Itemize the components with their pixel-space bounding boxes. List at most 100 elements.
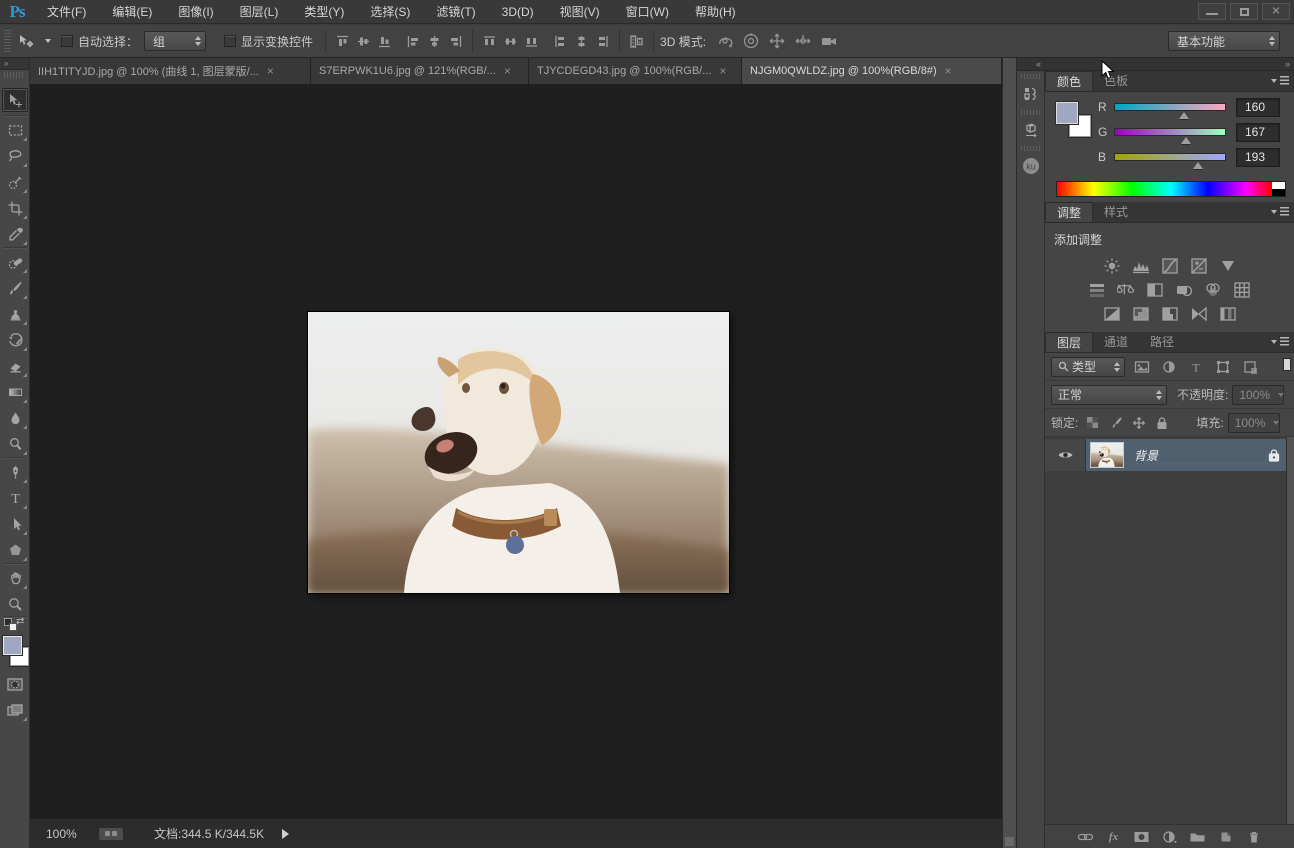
lock-position-icon[interactable] [1130,415,1147,431]
vibrance-icon[interactable] [1217,256,1239,276]
doc-tab-4-active[interactable]: NJGM0QWLDZ.jpg @ 100%(RGB/8#) × [742,58,1002,84]
hue-saturation-icon[interactable] [1086,280,1108,300]
quick-selection-tool[interactable] [2,170,28,194]
tab-layers[interactable]: 图层 [1045,332,1093,352]
eyedropper-tool[interactable] [2,222,28,246]
posterize-icon[interactable] [1130,304,1152,324]
add-layer-mask-icon[interactable] [1133,829,1151,845]
3d-slide-icon[interactable] [793,31,813,51]
opacity-dropdown[interactable]: 100% [1232,385,1284,405]
distribute-vertical-centers-icon[interactable] [502,33,519,50]
resize-grip[interactable] [1005,837,1014,846]
screen-mode-button[interactable] [2,698,28,722]
invert-icon[interactable] [1101,304,1123,324]
menu-3d[interactable]: 3D(D) [489,0,547,24]
menu-window[interactable]: 窗口(W) [613,0,682,24]
align-right-edges-icon[interactable] [447,33,464,50]
canvas[interactable] [30,84,1002,818]
zoom-level-field[interactable]: 100% [46,827,98,841]
status-options-arrow[interactable] [282,829,289,839]
menu-edit[interactable]: 编辑(E) [99,0,165,24]
options-grip[interactable] [4,30,11,52]
brightness-contrast-icon[interactable] [1101,256,1123,276]
tool-preset-arrow[interactable] [45,39,51,43]
auto-align-layers-icon[interactable] [628,33,645,50]
3d-drag-icon[interactable] [767,31,787,51]
blue-value-field[interactable]: 193 [1236,148,1280,167]
close-button[interactable]: ✕ [1262,3,1290,20]
type-tool[interactable]: T [2,486,28,510]
channel-mixer-icon[interactable] [1202,280,1224,300]
status-pill-icon[interactable] [98,827,124,841]
lock-all-icon[interactable] [1153,415,1170,431]
layer-visibility-cell[interactable] [1045,439,1086,471]
properties-panel-icon[interactable] [1019,117,1043,143]
blur-tool[interactable] [2,406,28,430]
swap-colors-icon[interactable]: ⇄ [16,616,24,627]
dock-grip[interactable] [1021,146,1040,151]
distribute-top-edges-icon[interactable] [481,33,498,50]
doc-tab-3[interactable]: TJYCDEGD43.jpg @ 100%(RGB/... × [529,58,742,84]
blue-slider[interactable] [1114,153,1226,161]
dock-divider[interactable] [1002,58,1017,848]
green-value-field[interactable]: 167 [1236,123,1280,142]
lasso-tool[interactable] [2,144,28,168]
tab-close-icon[interactable]: × [719,64,726,78]
panel-menu-icon[interactable] [1271,75,1289,87]
filter-adjustment-layers-icon[interactable] [1159,358,1179,376]
new-layer-icon[interactable] [1217,829,1235,845]
align-top-edges-icon[interactable] [334,33,351,50]
distribute-left-edges-icon[interactable] [552,33,569,50]
document-image[interactable] [308,312,729,593]
shape-tool[interactable] [2,538,28,562]
minimize-button[interactable] [1198,3,1226,20]
filter-shape-layers-icon[interactable] [1213,358,1233,376]
maximize-button[interactable] [1230,3,1258,20]
red-value-field[interactable]: 160 [1236,98,1280,117]
dock-grip[interactable] [1021,74,1040,79]
dodge-tool[interactable] [2,432,28,456]
blend-mode-dropdown[interactable]: 正常 [1051,385,1167,405]
gradient-tool[interactable] [2,380,28,404]
dock-expand-arrows[interactable]: » [1045,58,1294,71]
curves-icon[interactable] [1159,256,1181,276]
layer-row-background[interactable]: 背景 [1045,439,1286,471]
distribute-horizontal-centers-icon[interactable] [573,33,590,50]
auto-select-dropdown[interactable]: 组 [144,31,206,51]
history-brush-tool[interactable] [2,328,28,352]
auto-select-checkbox[interactable] [61,35,73,47]
menu-layer[interactable]: 图层(L) [227,0,292,24]
history-panel-icon[interactable] [1019,81,1043,107]
tab-swatches[interactable]: 色板 [1093,71,1139,91]
black-swatch[interactable] [1272,189,1285,196]
align-horizontal-centers-icon[interactable] [426,33,443,50]
levels-icon[interactable] [1130,256,1152,276]
menu-type[interactable]: 类型(Y) [291,0,357,24]
dock-grip[interactable] [1021,110,1040,115]
menu-filter[interactable]: 滤镜(T) [423,0,488,24]
distribute-right-edges-icon[interactable] [594,33,611,50]
filter-smart-objects-icon[interactable] [1240,358,1260,376]
white-swatch[interactable] [1272,182,1285,189]
distribute-bottom-edges-icon[interactable] [523,33,540,50]
align-bottom-edges-icon[interactable] [376,33,393,50]
align-left-edges-icon[interactable] [405,33,422,50]
filter-type-dropdown[interactable]: 类型 [1051,357,1125,377]
spot-healing-brush-tool[interactable] [2,250,28,274]
filter-type-layers-icon[interactable]: T [1186,358,1206,376]
lock-pixels-icon[interactable] [1107,415,1124,431]
panel-menu-icon[interactable] [1271,336,1289,348]
zoom-tool[interactable] [2,592,28,616]
exposure-icon[interactable] [1188,256,1210,276]
green-slider[interactable] [1114,128,1226,136]
selective-color-icon[interactable] [1217,304,1239,324]
fill-dropdown[interactable]: 100% [1228,413,1280,433]
doc-tab-2[interactable]: S7ERPWK1U6.jpg @ 121%(RGB/... × [311,58,529,84]
3d-rotate-icon[interactable] [715,31,735,51]
red-slider[interactable] [1114,103,1226,111]
link-layers-icon[interactable] [1077,829,1095,845]
show-transform-checkbox[interactable] [224,35,236,47]
3d-camera-icon[interactable] [819,31,839,51]
tools-grip[interactable] [4,72,25,78]
threshold-icon[interactable] [1159,304,1181,324]
